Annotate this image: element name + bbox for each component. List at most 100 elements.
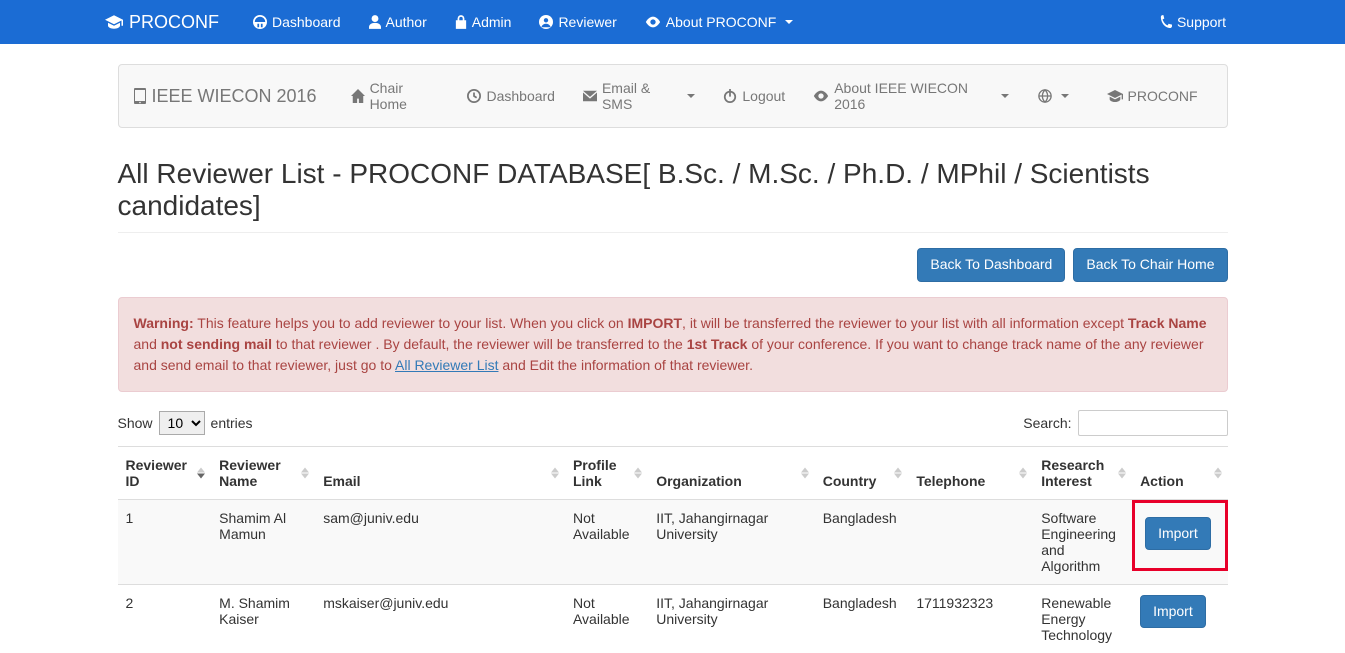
cell-action: Import (1132, 584, 1227, 653)
subnav-dashboard-label: Dashboard (486, 88, 555, 104)
home-icon (351, 89, 365, 103)
subnav-proconf[interactable]: PROCONF (1093, 73, 1212, 119)
nav-admin-label: Admin (472, 14, 512, 30)
eye-icon (813, 90, 829, 102)
nav-support[interactable]: Support (1146, 2, 1240, 42)
nav-support-label: Support (1177, 14, 1226, 30)
cell-country: Bangladesh (815, 584, 909, 653)
col-action[interactable]: Action (1132, 446, 1227, 499)
reviewer-table: Reviewer ID Reviewer Name Email Profile … (118, 446, 1228, 653)
col-research-interest[interactable]: Research Interest (1033, 446, 1132, 499)
caret-down-icon (785, 20, 793, 24)
top-nav-right: Support (1146, 2, 1240, 42)
globe-icon (1038, 89, 1052, 103)
cell-profile: Not Available (565, 584, 648, 653)
cell-email: sam@juniv.edu (315, 499, 565, 584)
table-row: 2 M. Shamim Kaiser mskaiser@juniv.edu No… (118, 584, 1228, 653)
nav-author[interactable]: Author (355, 2, 441, 42)
col-reviewer-name[interactable]: Reviewer Name (211, 446, 315, 499)
subnav-email-sms[interactable]: Email & SMS (569, 65, 709, 127)
table-header-row: Reviewer ID Reviewer Name Email Profile … (118, 446, 1228, 499)
subnav-about-label: About IEEE WIECON 2016 (834, 80, 992, 112)
nav-dashboard[interactable]: Dashboard (239, 2, 355, 42)
length-select[interactable]: 10 (159, 411, 205, 435)
nav-about-label: About PROCONF (666, 14, 776, 30)
col-telephone[interactable]: Telephone (908, 446, 1033, 499)
button-row: Back To Dashboard Back To Chair Home (118, 248, 1228, 282)
sort-icon (799, 467, 811, 478)
search-label: Search: (1023, 415, 1071, 431)
nav-author-label: Author (386, 14, 427, 30)
conference-name[interactable]: IEEE WIECON 2016 (134, 86, 317, 107)
search-input[interactable] (1078, 410, 1228, 436)
eye-icon (645, 16, 661, 28)
col-email[interactable]: Email (315, 446, 565, 499)
brand[interactable]: PROCONF (105, 12, 219, 33)
dashboard-icon (253, 15, 267, 29)
sort-icon (892, 467, 904, 478)
cell-profile: Not Available (565, 499, 648, 584)
envelope-icon (583, 90, 597, 102)
import-button[interactable]: Import (1145, 517, 1211, 551)
sub-nav-links: Chair Home Dashboard Email & SMS Logout … (337, 65, 1024, 127)
cell-name: Shamim Al Mamun (211, 499, 315, 584)
page-header: All Reviewer List - PROCONF DATABASE[ B.… (118, 158, 1228, 233)
cell-org: IIT, Jahangirnagar University (648, 584, 815, 653)
nav-reviewer-label: Reviewer (558, 14, 616, 30)
subnav-globe[interactable] (1024, 74, 1083, 118)
sort-icon (299, 467, 311, 478)
top-nav-links: Dashboard Author Admin Reviewer About PR… (239, 2, 1146, 42)
back-dashboard-button[interactable]: Back To Dashboard (917, 248, 1065, 282)
subnav-logout-label: Logout (742, 88, 785, 104)
user-circle-icon (539, 15, 553, 29)
lock-icon (455, 15, 467, 29)
sort-icon (1017, 467, 1029, 478)
sort-icon (1116, 467, 1128, 478)
subnav-chair-home-label: Chair Home (370, 80, 440, 112)
col-country[interactable]: Country (815, 446, 909, 499)
nav-dashboard-label: Dashboard (272, 14, 341, 30)
nav-admin[interactable]: Admin (441, 2, 526, 42)
datatable-length: Show 10 entries (118, 411, 253, 435)
subnav-about-conf[interactable]: About IEEE WIECON 2016 (799, 65, 1023, 127)
col-profile-link[interactable]: Profile Link (565, 446, 648, 499)
caret-down-icon (1061, 94, 1069, 98)
datatable-search: Search: (1023, 410, 1227, 436)
show-label: Show (118, 415, 153, 431)
conference-label: IEEE WIECON 2016 (152, 86, 317, 107)
all-reviewer-list-link[interactable]: All Reviewer List (395, 357, 498, 373)
cell-id: 2 (118, 584, 212, 653)
cell-tel: 1711932323 (908, 584, 1033, 653)
sort-icon (195, 467, 207, 478)
back-chair-home-button[interactable]: Back To Chair Home (1073, 248, 1227, 282)
subnav-email-label: Email & SMS (602, 80, 678, 112)
datatable-controls: Show 10 entries Search: (118, 410, 1228, 436)
user-icon (369, 15, 381, 29)
page-title: All Reviewer List - PROCONF DATABASE[ B.… (118, 158, 1228, 222)
cell-tel (908, 499, 1033, 584)
sort-icon (632, 467, 644, 478)
table-row: 1 Shamim Al Mamun sam@juniv.edu Not Avai… (118, 499, 1228, 584)
tablet-icon (134, 88, 146, 104)
import-button[interactable]: Import (1140, 595, 1206, 629)
entries-label: entries (211, 415, 253, 431)
warning-alert: Warning: This feature helps you to add r… (118, 297, 1228, 392)
cell-org: IIT, Jahangirnagar University (648, 499, 815, 584)
col-reviewer-id[interactable]: Reviewer ID (118, 446, 212, 499)
cell-name: M. Shamim Kaiser (211, 584, 315, 653)
power-icon (723, 89, 737, 103)
subnav-proconf-label: PROCONF (1128, 88, 1198, 104)
caret-down-icon (1001, 94, 1009, 98)
sub-navbar: IEEE WIECON 2016 Chair Home Dashboard Em… (118, 64, 1228, 128)
top-navbar: PROCONF Dashboard Author Admin Reviewer … (0, 0, 1345, 44)
col-organization[interactable]: Organization (648, 446, 815, 499)
subnav-dashboard[interactable]: Dashboard (453, 73, 569, 119)
nav-about[interactable]: About PROCONF (631, 2, 807, 42)
sort-icon (1212, 467, 1224, 478)
subnav-logout[interactable]: Logout (709, 73, 799, 119)
subnav-chair-home[interactable]: Chair Home (337, 65, 454, 127)
cell-interest: Software Engineering and Algorithm (1033, 499, 1132, 584)
cell-id: 1 (118, 499, 212, 584)
cell-action: Import (1132, 499, 1227, 584)
nav-reviewer[interactable]: Reviewer (525, 2, 630, 42)
